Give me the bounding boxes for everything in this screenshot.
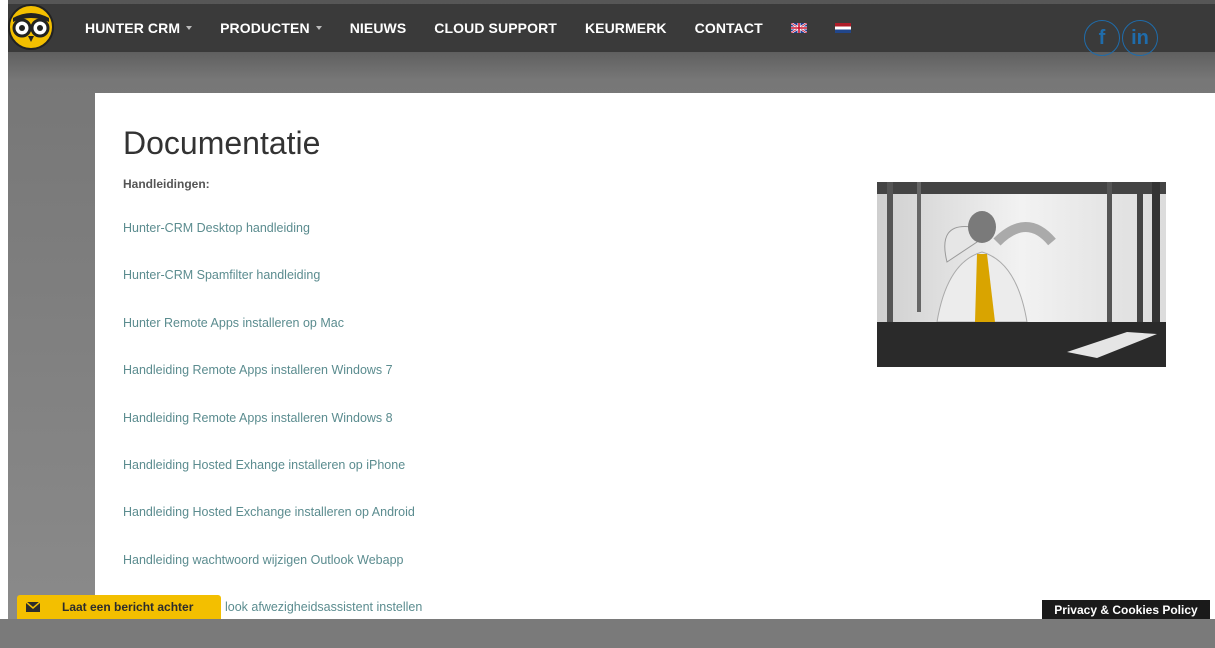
doc-link-spamfilter[interactable]: Hunter-CRM Spamfilter handleiding [123, 268, 422, 315]
nav-keurmerk[interactable]: KEURMERK [585, 20, 667, 36]
nav-label: NIEUWS [349, 20, 407, 36]
leave-message-tab[interactable]: Laat een bericht achter [17, 595, 221, 619]
chevron-down-icon [186, 26, 193, 30]
facebook-icon[interactable]: f [1084, 20, 1120, 56]
privacy-cookies-button[interactable]: Privacy & Cookies Policy [1042, 600, 1210, 619]
nav-label: PRODUCTEN [220, 20, 310, 36]
doc-link-password-owa[interactable]: Handleiding wachtwoord wijzigen Outlook … [123, 553, 422, 600]
nav-label: CONTACT [694, 20, 763, 36]
main-nav: HUNTER CRM PRODUCTEN NIEUWS CLOUD SUPPOR… [85, 4, 879, 52]
doc-link-desktop[interactable]: Hunter-CRM Desktop handleiding [123, 221, 422, 268]
doc-link-remote-mac[interactable]: Hunter Remote Apps installeren op Mac [123, 316, 422, 363]
page-title: Documentatie [123, 125, 321, 161]
envelope-icon [17, 595, 49, 619]
nav-cloud-support[interactable]: CLOUD SUPPORT [434, 20, 557, 36]
facebook-glyph: f [1098, 26, 1106, 49]
nav-label: KEURMERK [584, 20, 667, 36]
owl-logo-icon[interactable] [8, 4, 54, 50]
nav-producten[interactable]: PRODUCTEN [220, 20, 322, 36]
left-edge [0, 0, 8, 619]
leave-message-label: Laat een bericht achter [62, 600, 194, 614]
doc-link-remote-win7[interactable]: Handleiding Remote Apps installeren Wind… [123, 363, 422, 410]
nav-nieuws[interactable]: NIEUWS [350, 20, 407, 36]
businessman-photo [877, 182, 1166, 367]
doc-link-remote-win8[interactable]: Handleiding Remote Apps installeren Wind… [123, 411, 422, 458]
linkedin-icon[interactable]: in [1122, 20, 1158, 56]
chevron-down-icon [315, 26, 322, 30]
nav-label: CLOUD SUPPORT [434, 20, 557, 36]
documentation-links: Hunter-CRM Desktop handleiding Hunter-CR… [123, 221, 422, 648]
doc-link-exchange-android[interactable]: Handleiding Hosted Exchange installeren … [123, 505, 422, 552]
linkedin-glyph: in [1131, 26, 1149, 49]
nav-label: HUNTER CRM [85, 20, 181, 36]
nav-contact[interactable]: CONTACT [695, 20, 763, 36]
top-navbar: HUNTER CRM PRODUCTEN NIEUWS CLOUD SUPPOR… [8, 4, 1215, 56]
flag-nl-icon[interactable] [834, 23, 851, 33]
nav-hunter-crm[interactable]: HUNTER CRM [85, 20, 193, 36]
section-subheading: Handleidingen: [123, 177, 210, 191]
flag-uk-icon[interactable] [790, 23, 807, 33]
doc-link-exchange-iphone[interactable]: Handleiding Hosted Exhange installeren o… [123, 458, 422, 505]
content-panel: Documentatie Handleidingen: Hunter-CRM D… [95, 93, 1215, 619]
